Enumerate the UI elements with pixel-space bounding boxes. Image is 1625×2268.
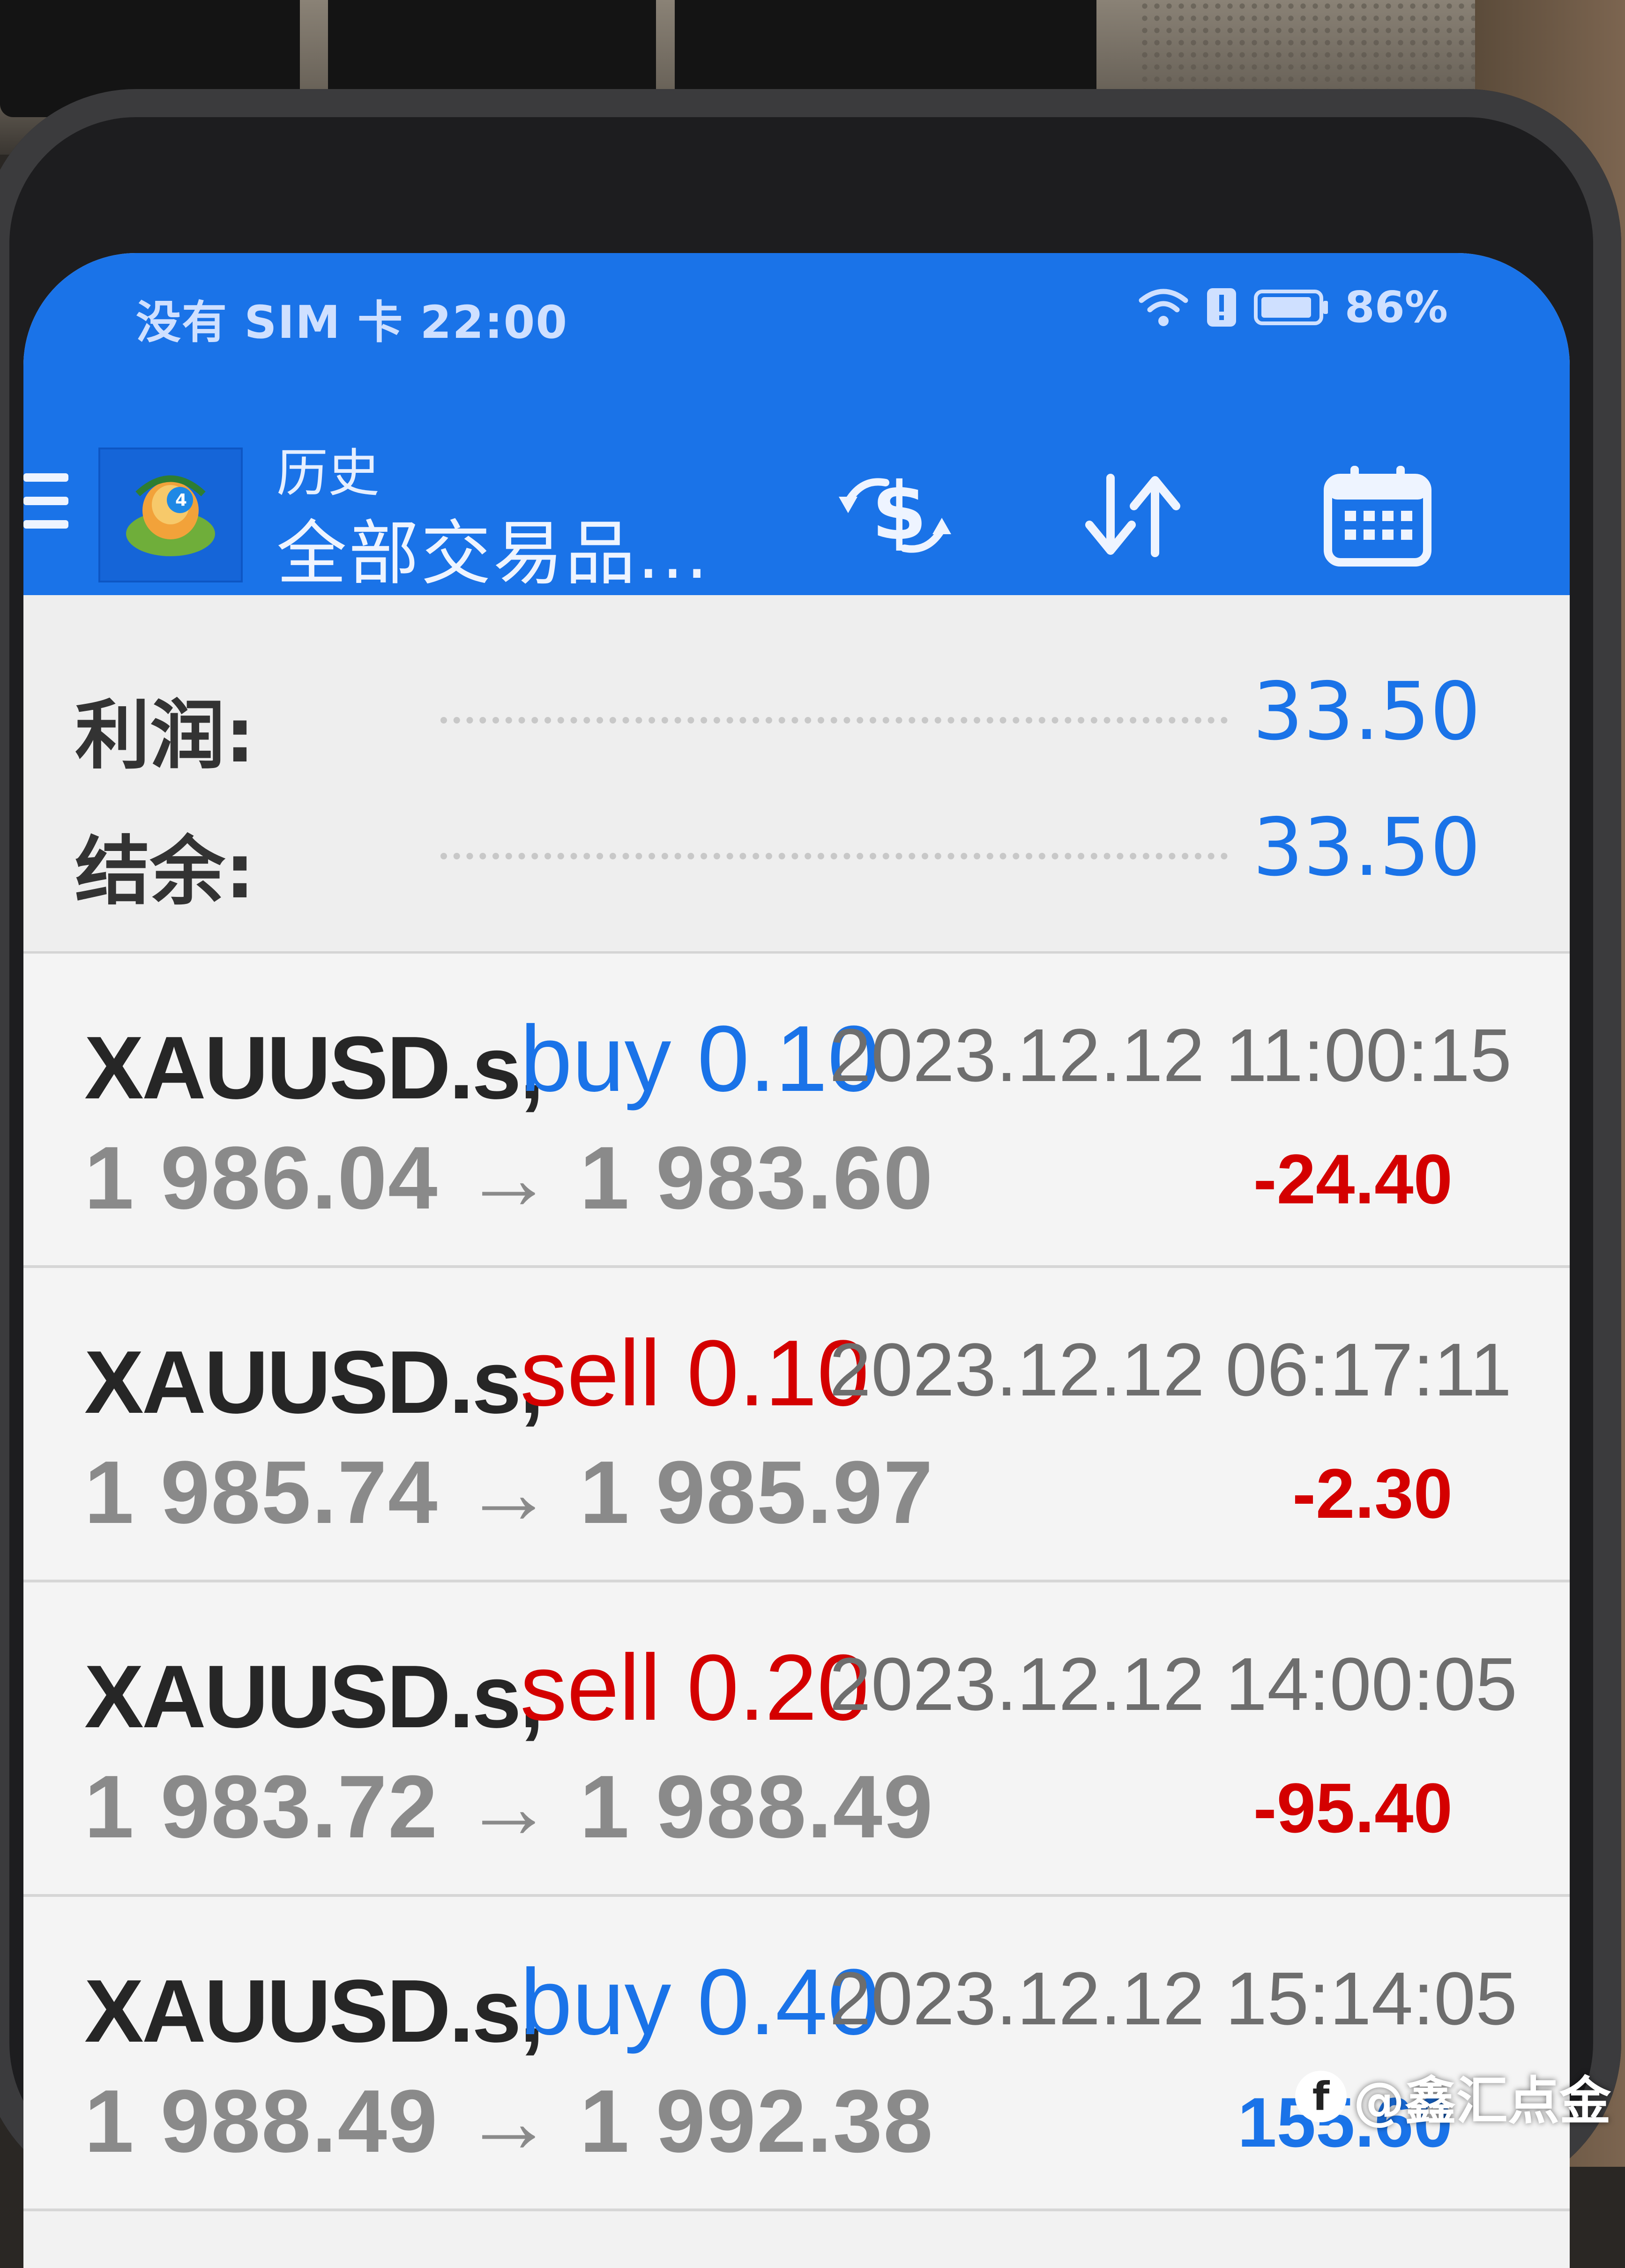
sort-arrows-icon[interactable]: [1078, 469, 1190, 564]
deal-side-volume: buy 0.40: [520, 1950, 880, 2054]
phone-screen: 没有 SIM 卡 22:00 86% 4 历史 全部交易品... $ 利润: 3…: [23, 253, 1570, 2268]
calendar-icon[interactable]: [1321, 459, 1434, 574]
profit-row: 利润: 33.50: [75, 665, 1481, 779]
deal-time: 2023.12.12 11:00:15: [829, 1013, 1512, 1097]
page-title: 历史: [276, 443, 380, 503]
phone-body: 没有 SIM 卡 22:00 86% 4 历史 全部交易品... $ 利润: 3…: [0, 89, 1621, 2268]
profit-value: 33.50: [1252, 665, 1481, 758]
deal-list: XAUUSD.s, buy 0.10 2023.12.12 11:00:15 1…: [23, 954, 1570, 2211]
balance-label: 结余:: [75, 828, 255, 915]
deal-profit: -24.40: [1253, 1140, 1453, 1218]
app-toolbar: 4 历史 全部交易品... $: [23, 356, 1570, 595]
dotted-leader: [440, 717, 1228, 724]
deal-row[interactable]: XAUUSD.s, sell 0.20 2023.12.12 14:00:05 …: [23, 1582, 1570, 1897]
status-carrier-time: 没有 SIM 卡 22:00: [136, 296, 568, 349]
deal-row[interactable]: XAUUSD.s, sell 0.10 2023.12.12 06:17:11 …: [23, 1268, 1570, 1582]
deal-time: 2023.12.12 15:14:05: [829, 1956, 1518, 2040]
balance-row: 结余: 33.50: [75, 801, 1481, 915]
deal-row[interactable]: XAUUSD.s, buy 0.40 2023.12.12 15:14:05 1…: [23, 1897, 1570, 2211]
deal-side-volume: sell 0.10: [520, 1321, 869, 1425]
profit-label: 利润:: [75, 692, 255, 779]
deal-symbol: XAUUSD.s,: [84, 1018, 544, 1118]
deal-time: 2023.12.12 06:17:11: [829, 1328, 1512, 1411]
deal-side-volume: sell 0.20: [520, 1635, 869, 1740]
balance-value: 33.50: [1252, 801, 1481, 894]
deal-prices: 1 986.04 → 1 983.60: [84, 1128, 934, 1228]
deal-profit: -95.40: [1253, 1768, 1453, 1847]
app-header: 没有 SIM 卡 22:00 86% 4 历史 全部交易品... $: [23, 253, 1570, 595]
watermark-logo-icon: f: [1295, 2071, 1347, 2122]
deal-profit: -2.30: [1292, 1454, 1453, 1533]
deal-prices: 1 988.49 → 1 992.38: [84, 2072, 934, 2171]
deal-symbol: XAUUSD.s,: [84, 1333, 544, 1432]
deal-row[interactable]: XAUUSD.s, buy 0.10 2023.12.12 11:00:15 1…: [23, 954, 1570, 1268]
deal-prices: 1 983.72 → 1 988.49: [84, 1757, 934, 1857]
wifi-icon: [1138, 286, 1189, 328]
deal-side-volume: buy 0.10: [520, 1007, 880, 1111]
deal-symbol: XAUUSD.s,: [84, 1647, 544, 1746]
watermark: f @鑫汇点金: [1295, 2059, 1611, 2134]
battery-icon: [1253, 289, 1329, 326]
deal-time: 2023.12.12 14:00:05: [829, 1642, 1518, 1726]
dotted-leader: [440, 853, 1228, 859]
symbol-filter-dropdown[interactable]: 全部交易品...: [276, 497, 710, 598]
status-icons: 86%: [1138, 282, 1448, 332]
history-summary: 利润: 33.50 结余: 33.50: [23, 595, 1570, 954]
dollar-exchange-icon[interactable]: $: [834, 465, 956, 564]
battery-percentage: 86%: [1344, 282, 1448, 332]
deal-prices: 1 985.74 → 1 985.97: [84, 1443, 934, 1542]
status-bar: 没有 SIM 卡 22:00 86%: [23, 253, 1570, 351]
metatrader4-logo[interactable]: 4: [98, 448, 243, 582]
svg-text:4: 4: [175, 491, 187, 510]
deal-symbol: XAUUSD.s,: [84, 1962, 544, 2061]
hamburger-menu-icon[interactable]: [23, 464, 75, 539]
watermark-text: @鑫汇点金: [1353, 2071, 1611, 2131]
alert-icon: [1205, 286, 1238, 328]
